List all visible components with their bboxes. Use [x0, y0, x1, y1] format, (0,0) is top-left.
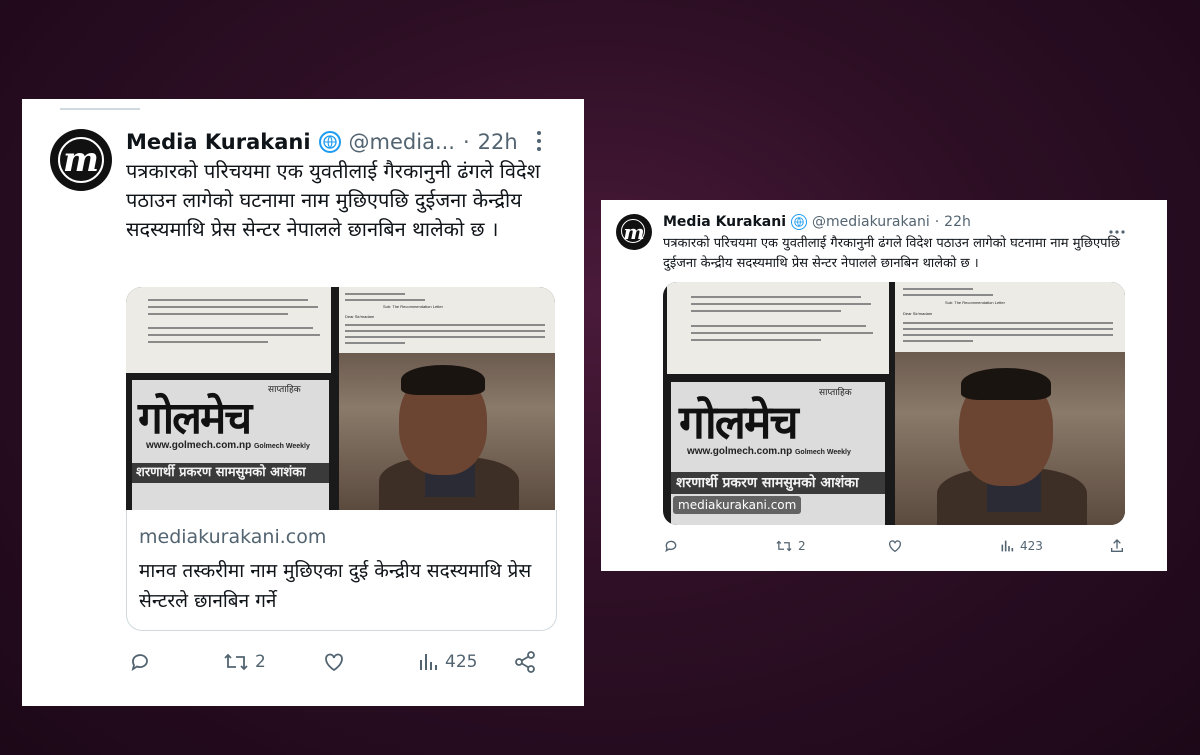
- share-icon: [515, 651, 535, 673]
- views-count: 425: [445, 652, 478, 672]
- tweet-time[interactable]: 22h: [478, 130, 518, 154]
- letter-image: Sub: The Recommendation Letter Dear Sir/…: [895, 282, 1125, 352]
- tweet-media[interactable]: Sub: The Recommendation Letter Dear Sir/…: [663, 282, 1125, 525]
- avatar[interactable]: m: [50, 129, 112, 191]
- tweet-card-right[interactable]: m Media Kurakani @mediakurakani · 22h पत…: [601, 200, 1167, 571]
- person-photo: [339, 353, 555, 510]
- retweet-button[interactable]: 2: [775, 538, 806, 554]
- like-button[interactable]: [887, 538, 903, 554]
- newspaper-url: www.golmech.com.np Golmech Weekly: [687, 446, 851, 457]
- separator-dot: ·: [934, 214, 940, 230]
- author-name[interactable]: Media Kurakani: [663, 214, 786, 230]
- divider: [60, 108, 140, 110]
- tweet-media[interactable]: Sub: The Recommendation Letter Dear Sir/…: [126, 287, 555, 510]
- author-handle[interactable]: @mediakurakani: [812, 214, 930, 230]
- views-button[interactable]: 423: [999, 538, 1043, 554]
- author-name[interactable]: Media Kurakani: [126, 130, 311, 154]
- avatar[interactable]: m: [616, 214, 652, 250]
- newspaper-image: साप्ताहिक गोलमेच www.golmech.com.np Golm…: [132, 380, 329, 510]
- newspaper-kicker: साप्ताहिक: [268, 384, 301, 394]
- document-image: [126, 287, 331, 373]
- reply-button[interactable]: [128, 650, 152, 674]
- views-count: 423: [1020, 539, 1043, 553]
- newspaper-masthead: गोलमेच: [138, 393, 252, 444]
- more-icon[interactable]: [535, 129, 543, 157]
- tweet-actions: 2 423: [663, 537, 1133, 557]
- like-icon: [889, 540, 901, 553]
- letter-subject: Sub: The Recommendation Letter: [383, 304, 443, 309]
- like-icon: [325, 653, 343, 672]
- reply-button[interactable]: [663, 538, 679, 554]
- newspaper-kicker: साप्ताहिक: [819, 387, 852, 397]
- tweet-time[interactable]: 22h: [944, 214, 971, 230]
- views-icon: [420, 654, 437, 670]
- author-handle[interactable]: @media...: [349, 130, 455, 154]
- retweet-button[interactable]: 2: [222, 650, 266, 674]
- reply-icon: [131, 654, 148, 671]
- reply-icon: [665, 540, 677, 553]
- newspaper-url: www.golmech.com.np Golmech Weekly: [146, 440, 310, 451]
- share-icon: [1111, 539, 1123, 552]
- document-image: [667, 282, 889, 374]
- separator-dot: ·: [462, 130, 470, 154]
- like-button[interactable]: [322, 650, 346, 674]
- tweet-card-left[interactable]: m Media Kurakani @media... · 22h पत्रकार…: [22, 99, 584, 706]
- retweet-icon: [776, 540, 792, 552]
- newspaper-headline: शरणार्थी प्रकरण सामसुमको आशंका: [671, 472, 885, 494]
- tweet-text: पत्रकारको परिचयमा एक युवतीलाई गैरकानुनी …: [663, 236, 1121, 271]
- letter-salutation: Dear Sir/madam: [903, 311, 933, 316]
- watermark: mediakurakani.com: [673, 496, 802, 514]
- verified-icon: [318, 131, 341, 153]
- tweet-actions: 2 425: [126, 647, 566, 677]
- views-button[interactable]: 425: [416, 650, 477, 674]
- share-button[interactable]: [1109, 538, 1125, 554]
- retweet-count: 2: [798, 539, 806, 553]
- views-icon: [1001, 540, 1014, 552]
- link-card[interactable]: mediakurakani.com मानव तस्करीमा नाम मुछि…: [126, 510, 557, 631]
- newspaper-masthead: गोलमेच: [679, 395, 799, 449]
- retweet-icon: [224, 653, 248, 671]
- letter-image: Sub: The Recommendation Letter Dear Sir/…: [339, 287, 555, 353]
- verified-icon: [791, 214, 808, 230]
- link-domain: mediakurakani.com: [139, 526, 327, 548]
- link-title: मानव तस्करीमा नाम मुछिएका दुई केन्द्रीय …: [139, 560, 532, 612]
- share-button[interactable]: [513, 650, 537, 674]
- tweet-text: पत्रकारको परिचयमा एक युवतीलाई गैरकानुनी …: [126, 159, 541, 241]
- retweet-count: 2: [255, 652, 266, 672]
- person-photo: [895, 352, 1125, 525]
- letter-subject: Sub: The Recommendation Letter: [945, 300, 1005, 305]
- newspaper-headline: शरणार्थी प्रकरण सामसुमको आशंका: [132, 463, 329, 483]
- letter-salutation: Dear Sir/madam: [345, 314, 375, 319]
